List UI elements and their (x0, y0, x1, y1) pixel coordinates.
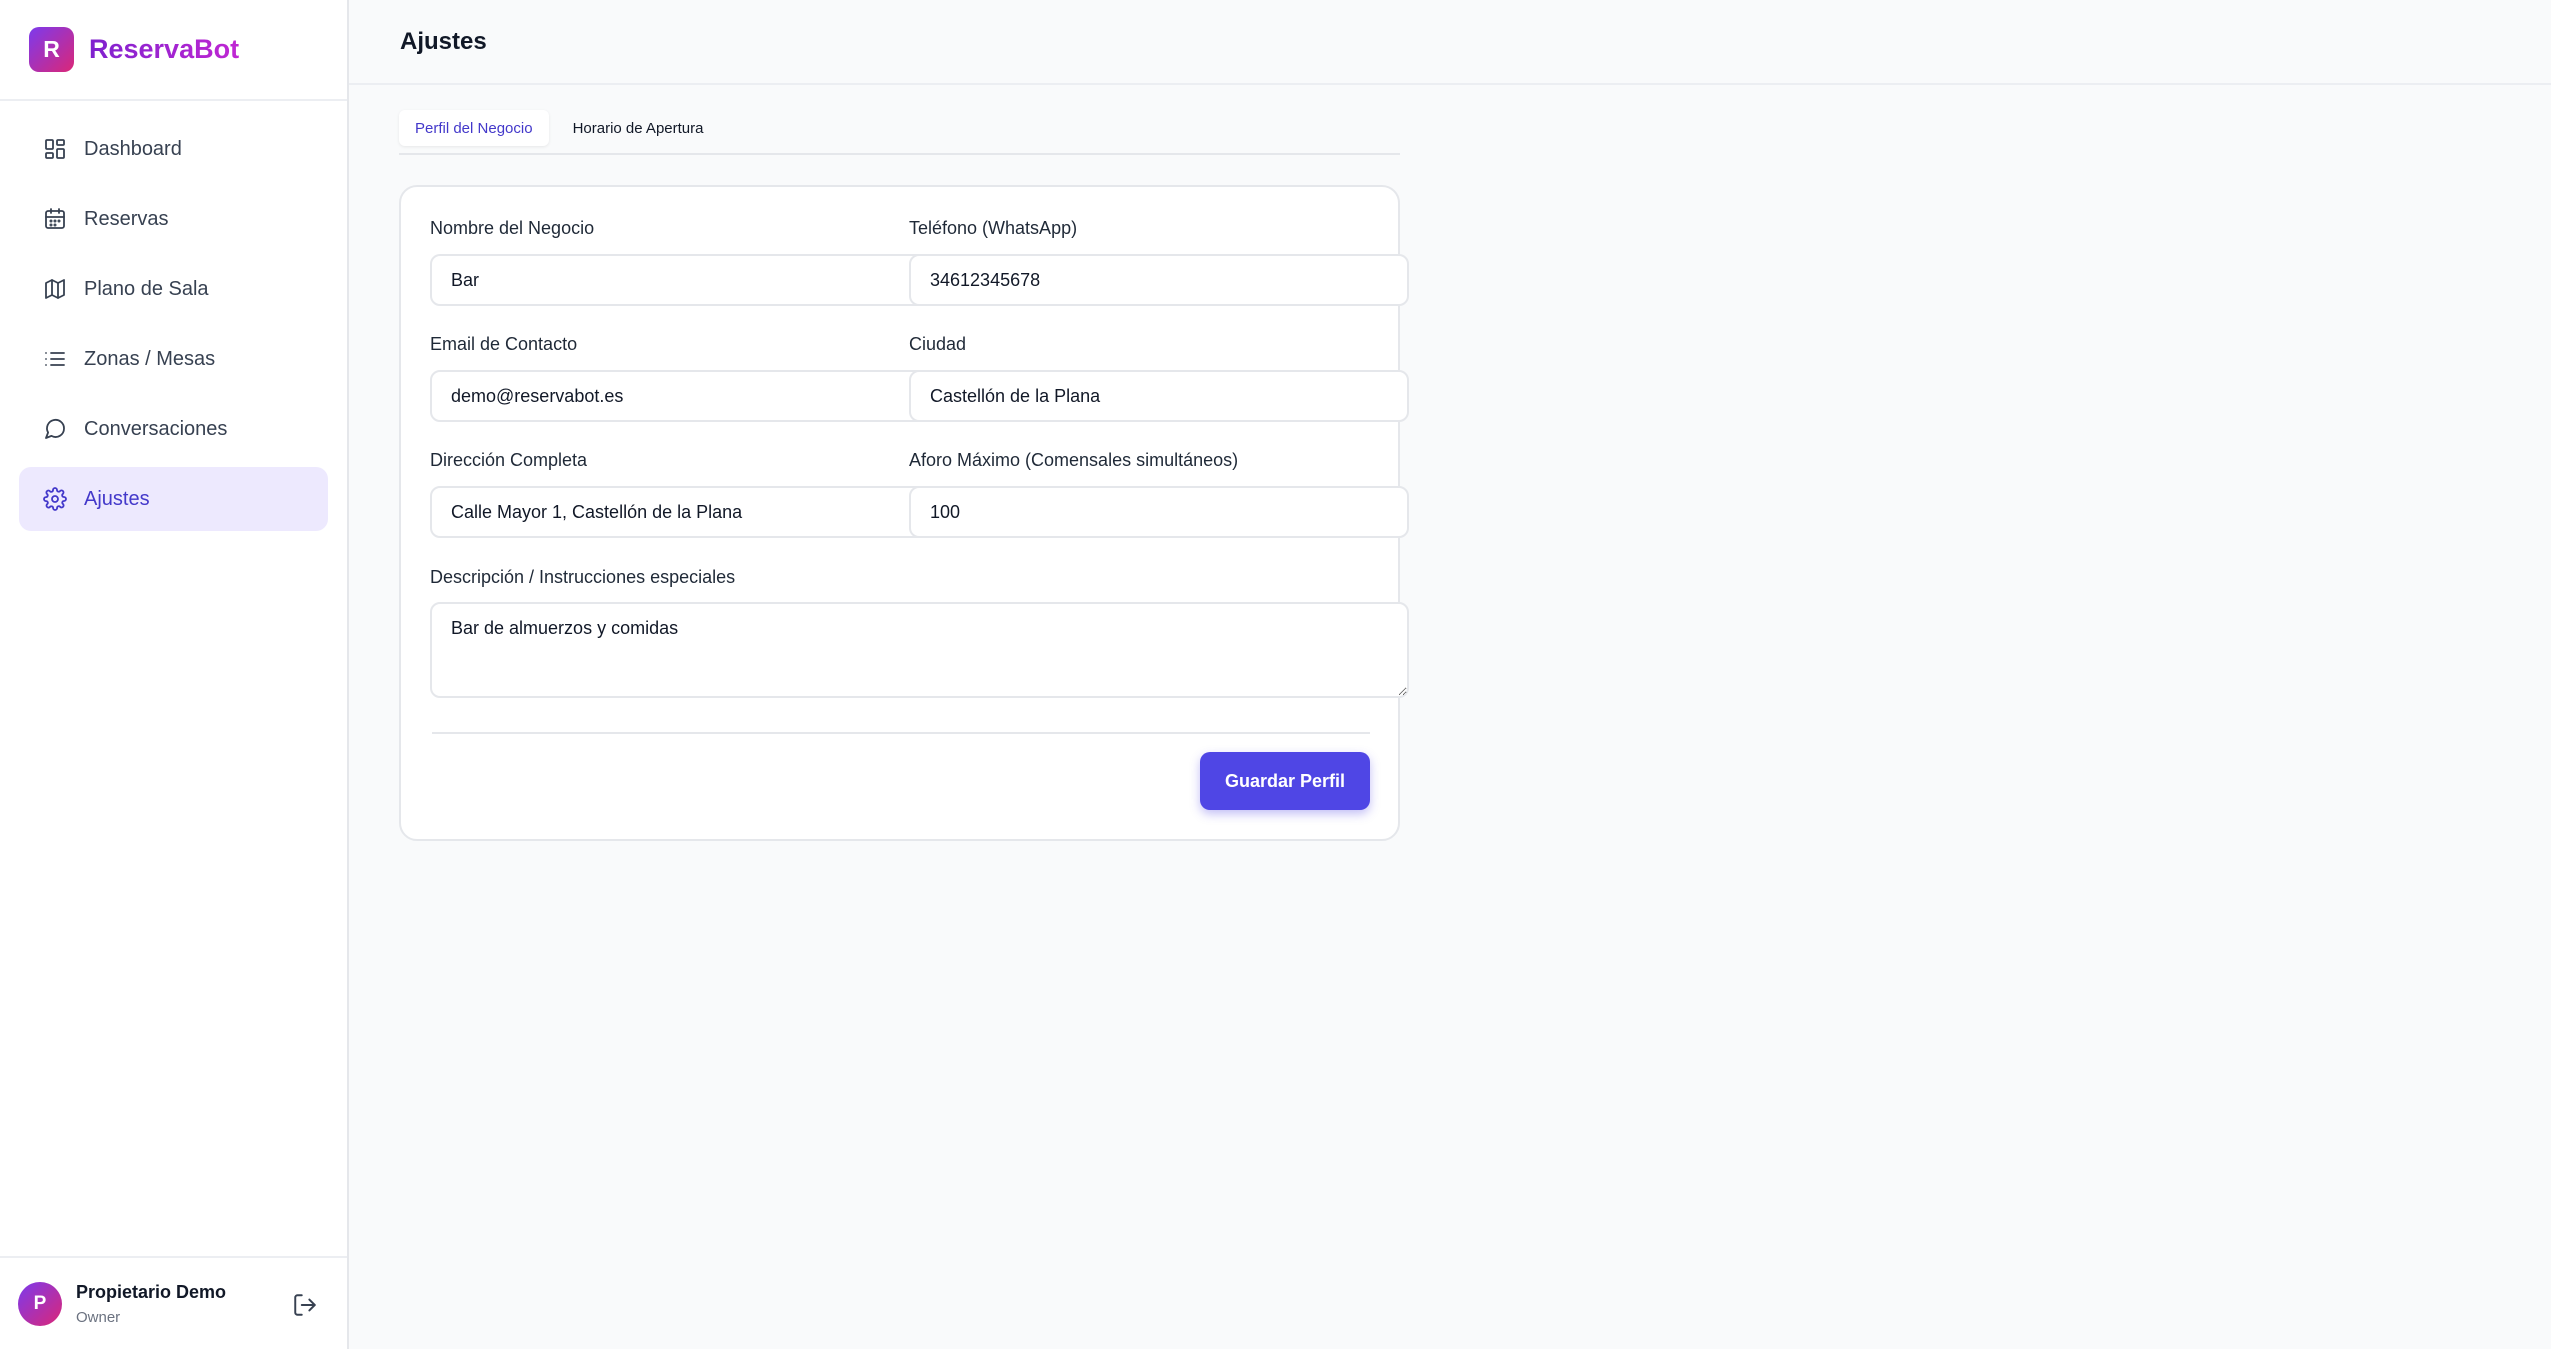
sidebar-item-label: Dashboard (84, 137, 182, 160)
sidebar-item-label: Ajustes (84, 487, 150, 510)
chat-icon (42, 416, 68, 442)
sidebar-item-ajustes[interactable]: Ajustes (19, 467, 328, 531)
sidebar-item-label: Reservas (84, 207, 169, 230)
dashboard-icon (42, 136, 68, 162)
sidebar-item-conversaciones[interactable]: Conversaciones (19, 397, 328, 461)
brand-logo: R (29, 27, 74, 72)
page-header: Ajustes (349, 0, 2551, 85)
sidebar-item-label: Zonas / Mesas (84, 347, 216, 370)
phone-label: Teléfono (WhatsApp) (909, 218, 1078, 238)
map-icon (42, 276, 68, 302)
brand[interactable]: R ReservaBot (0, 0, 347, 101)
form-divider (432, 732, 1370, 734)
tab-perfil-del-negocio[interactable]: Perfil del Negocio (399, 110, 549, 146)
logout-button[interactable] (291, 1291, 319, 1319)
brand-name: ReservaBot (89, 34, 240, 64)
sidebar-item-label: Conversaciones (84, 417, 228, 440)
save-profile-button[interactable]: Guardar Perfil (1200, 752, 1370, 810)
list-icon (42, 346, 68, 372)
gear-icon (42, 486, 68, 512)
capacity-label: Aforo Máximo (Comensales simultáneos) (909, 450, 1239, 470)
settings-tabs: Perfil del Negocio Horario de Apertura (399, 110, 1400, 155)
user-role: Owner (76, 1308, 121, 1326)
avatar: P (18, 1281, 62, 1326)
logout-icon (292, 1292, 318, 1318)
sidebar-item-plano-de-sala[interactable]: Plano de Sala (19, 257, 328, 321)
user-profile: P Propietario Demo Owner (0, 1256, 347, 1349)
email-label: Email de Contacto (430, 334, 578, 354)
business-profile-form: Nombre del Negocio Teléfono (WhatsApp) E… (399, 185, 1409, 841)
email-input[interactable] (430, 370, 930, 422)
user-name: Propietario Demo (76, 1281, 227, 1302)
business-name-input[interactable] (430, 254, 930, 306)
sidebar-nav: Dashboard Reservas Plano de Sala Zonas /… (0, 101, 347, 531)
sidebar-item-dashboard[interactable]: Dashboard (19, 117, 328, 181)
page-title: Ajustes (400, 27, 487, 55)
phone-input[interactable] (909, 254, 1409, 306)
tab-horario-de-apertura[interactable]: Horario de Apertura (557, 110, 720, 146)
sidebar: R ReservaBot Dashboard Reservas Plano de… (0, 0, 349, 1349)
city-label: Ciudad (909, 334, 967, 354)
description-label: Descripción / Instrucciones especiales (430, 567, 736, 587)
capacity-input[interactable] (909, 486, 1409, 538)
address-label: Dirección Completa (430, 450, 588, 470)
address-input[interactable] (430, 486, 930, 538)
user-info: Propietario Demo Owner (76, 1282, 226, 1326)
sidebar-item-reservas[interactable]: Reservas (19, 187, 328, 251)
description-textarea[interactable]: Bar de almuerzos y comidas (430, 602, 1409, 698)
business-name-label: Nombre del Negocio (430, 218, 595, 238)
city-input[interactable] (909, 370, 1409, 422)
sidebar-item-label: Plano de Sala (84, 277, 209, 300)
sidebar-item-zonas-mesas[interactable]: Zonas / Mesas (19, 327, 328, 391)
calendar-icon (42, 206, 68, 232)
